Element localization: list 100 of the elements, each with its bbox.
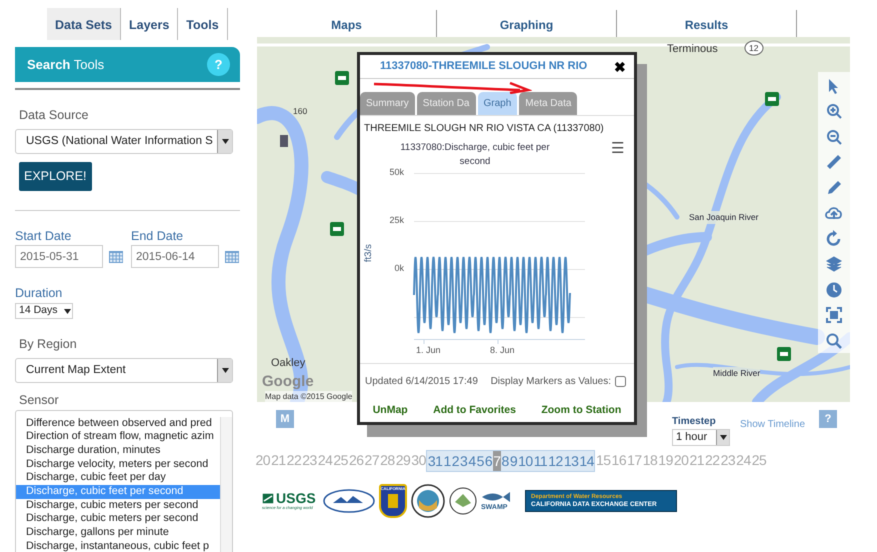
close-button[interactable]: ✖: [614, 60, 626, 74]
timeline-day[interactable]: 9: [509, 451, 518, 471]
timeline-day[interactable]: 16: [611, 450, 627, 472]
date-field[interactable]: 2015-05-31: [15, 245, 103, 268]
building-icon[interactable]: [277, 134, 291, 148]
field-label: Timestep: [672, 415, 717, 429]
map-label: Oakley: [271, 356, 306, 371]
timeline-day[interactable]: 20: [673, 450, 689, 472]
list-item[interactable]: Discharge duration, minutes: [16, 444, 220, 458]
timeline-day[interactable]: 5: [476, 451, 484, 471]
oval-emblem-icon[interactable]: [323, 489, 375, 513]
station-marker-icon[interactable]: [335, 71, 349, 85]
list-item[interactable]: Direction of stream flow, magnetic azim: [16, 430, 220, 444]
help-button[interactable]: ?: [819, 410, 837, 428]
list-item[interactable]: Discharge, cubic feet per second: [16, 485, 220, 499]
axis-tick-label: 1. Jun: [416, 344, 441, 357]
timeline-day[interactable]: 23: [302, 450, 318, 472]
chart-menu-button[interactable]: ☰: [611, 141, 624, 156]
field-label: By Region: [19, 336, 78, 353]
calendar-icon[interactable]: [225, 250, 239, 263]
timeline-day[interactable]: 6: [484, 451, 493, 471]
axis-tick-label: 50k: [389, 166, 404, 179]
timeline-day[interactable]: 20: [255, 450, 271, 472]
action-link[interactable]: UnMap: [372, 403, 408, 419]
list-item[interactable]: Discharge velocity, meters per second: [16, 458, 220, 472]
timeline-day[interactable]: 15: [595, 450, 612, 472]
checkbox-label: Display Markers as Values:: [490, 375, 611, 389]
station-marker-icon[interactable]: [777, 347, 791, 361]
timeline-day[interactable]: 22: [704, 450, 720, 472]
date-field[interactable]: 2015-06-14: [131, 245, 219, 268]
timeline-day[interactable]: 14: [578, 451, 594, 471]
list-item[interactable]: Difference between observed and pred: [16, 416, 220, 430]
timeline-day[interactable]: 25: [332, 450, 348, 472]
timeline-day[interactable]: 22: [286, 450, 302, 472]
sidebar-tab[interactable]: Data Sets: [47, 8, 121, 40]
timeline-day[interactable]: 11: [533, 451, 548, 471]
station-marker-icon[interactable]: [330, 222, 344, 236]
timeline-day[interactable]: 23: [720, 450, 736, 472]
list-item[interactable]: Discharge, cubic meters per second: [16, 512, 220, 526]
timeline-day[interactable]: 27: [364, 450, 380, 472]
timeline-day[interactable]: 30: [410, 450, 426, 472]
timeline-day[interactable]: 13: [563, 451, 579, 471]
timeline-day[interactable]: 12: [548, 451, 564, 471]
list-item[interactable]: Discharge, cubic feet per day: [16, 471, 220, 486]
show-timeline-link[interactable]: Show Timeline: [740, 417, 806, 432]
popup-tab[interactable]: Summary: [360, 92, 415, 115]
timeline-day[interactable]: 28: [380, 450, 396, 472]
calendar-icon[interactable]: [109, 250, 123, 263]
timeline-day[interactable]: 24: [736, 450, 752, 472]
timeline-day[interactable]: 17: [626, 450, 642, 472]
timeline-day[interactable]: 21: [688, 450, 705, 472]
timeline-day[interactable]: 24: [317, 450, 333, 472]
timeline-day[interactable]: 29: [395, 450, 411, 472]
map-label: Map data ©2015 Google: [265, 391, 352, 403]
action-link[interactable]: Add to Favorites: [433, 403, 516, 419]
map-label: 160: [293, 105, 308, 118]
list-item[interactable]: Discharge, gallons per minute: [16, 526, 220, 540]
popup-tab[interactable]: Graph: [478, 92, 518, 115]
timeline-day[interactable]: 7: [492, 451, 502, 471]
explore-button[interactable]: EXPLORE!: [19, 162, 92, 190]
timeline-day[interactable]: 31: [427, 451, 443, 471]
dropdown-arrow-icon: [64, 308, 71, 314]
timeline-day[interactable]: 25: [751, 450, 767, 472]
timeline-day[interactable]: 8: [501, 451, 510, 471]
seal-emblem-icon[interactable]: [411, 484, 445, 518]
timeline-day[interactable]: 19: [658, 450, 674, 472]
timeline-day[interactable]: 26: [348, 450, 364, 472]
scrollbar[interactable]: [220, 416, 232, 552]
axis-tick-label: 0k: [394, 262, 404, 275]
sidebar-tab[interactable]: Layers: [120, 8, 178, 40]
list-item[interactable]: Discharge, cubic meters per second: [16, 498, 220, 512]
refresh-icon: [825, 230, 843, 248]
zoom-in-icon: [825, 102, 843, 120]
round-emblem-icon[interactable]: [449, 487, 477, 515]
timeline-day[interactable]: 2: [451, 451, 460, 471]
timeline-day[interactable]: 1: [442, 451, 452, 471]
action-link[interactable]: Zoom to Station: [541, 403, 622, 419]
select-field[interactable]: Current Map Extent: [15, 358, 233, 383]
station-marker-icon[interactable]: [765, 92, 779, 106]
chart-title: 11337080:Discharge, cubic feet per second: [400, 141, 550, 168]
timeline-day[interactable]: 18: [642, 450, 658, 472]
list-item[interactable]: Discharge, instantaneous, cubic feet p: [16, 540, 220, 552]
select-field[interactable]: USGS (National Water Information S: [15, 128, 233, 154]
timeline-day[interactable]: 21: [270, 450, 286, 472]
field-label: Duration: [15, 285, 64, 302]
panel-title: Search Tools: [27, 56, 104, 74]
fish-icon: [481, 490, 511, 504]
select-field[interactable]: 14 Days: [15, 303, 73, 319]
help-button[interactable]: ?: [207, 53, 230, 76]
popup-tab[interactable]: Station Da: [416, 92, 476, 115]
m-button[interactable]: M: [276, 410, 294, 428]
sensor-list[interactable]: [15, 410, 233, 552]
timeline-day[interactable]: 4: [468, 451, 476, 471]
popup-tab[interactable]: Meta Data: [519, 92, 578, 115]
checkbox[interactable]: [615, 376, 626, 387]
select-field[interactable]: 1 hour: [672, 429, 730, 446]
timeline-day[interactable]: 10: [518, 451, 534, 471]
timeline-day[interactable]: 3: [460, 451, 468, 471]
map-label: Terminous: [667, 42, 718, 57]
sidebar-tab[interactable]: Tools: [178, 8, 228, 40]
